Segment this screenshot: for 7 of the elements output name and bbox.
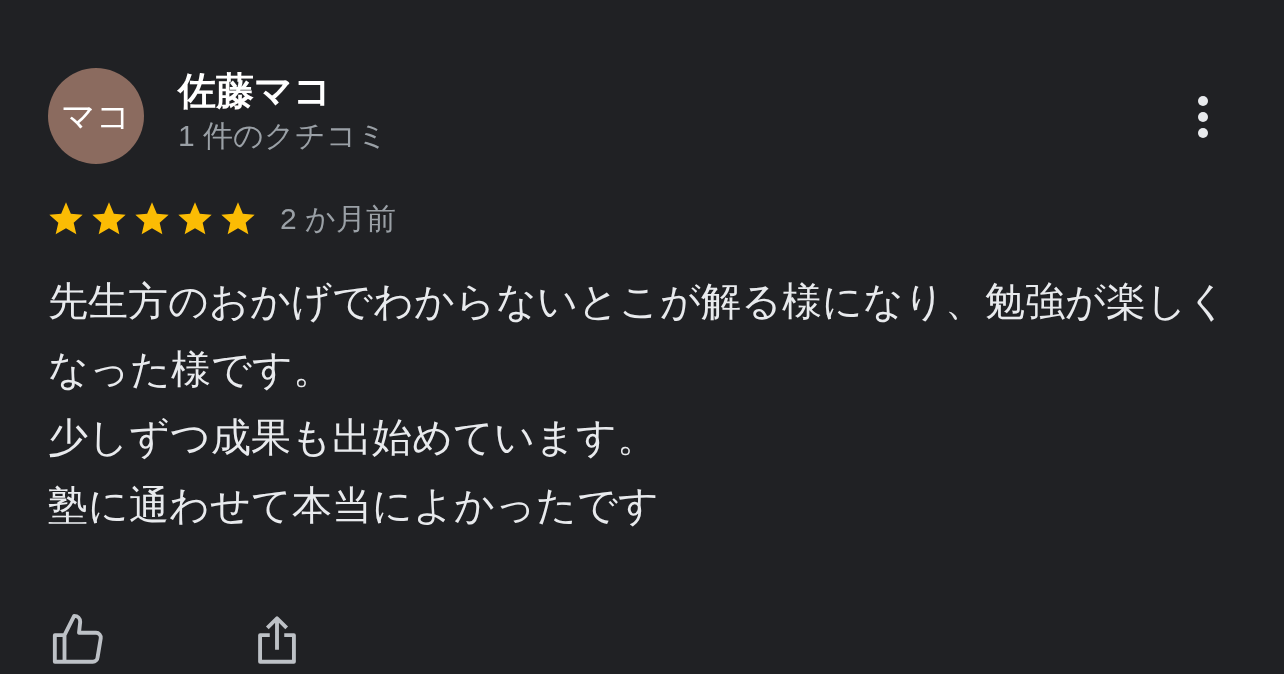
review-text: 先生方のおかげでわからないとこが解る様になり、勉強が楽しくなった様です。: [48, 278, 1229, 393]
review-time: 2 か月前: [280, 201, 397, 237]
author-name[interactable]: 佐藤マコ: [178, 68, 389, 114]
review-count: 1 件のクチコミ: [178, 118, 389, 154]
review-text: 少しずつ成果も出始めています。: [48, 414, 657, 461]
review-text: 塾に通わせて本当によかったです: [48, 482, 659, 529]
avatar: マコ: [48, 68, 144, 164]
